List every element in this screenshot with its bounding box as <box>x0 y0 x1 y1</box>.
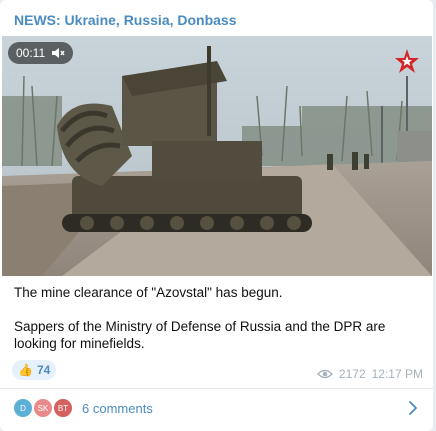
avatar: BT <box>52 397 74 419</box>
video-player[interactable]: 00:11 <box>2 36 432 276</box>
zvezda-logo-icon <box>394 48 420 74</box>
commenter-avatars: D SK BT <box>12 397 76 419</box>
reaction-badge[interactable]: 👍 74 <box>12 360 57 380</box>
avatar: SK <box>32 397 54 419</box>
eye-icon <box>317 369 333 379</box>
reaction-count: 74 <box>36 363 51 377</box>
thumbs-up-icon: 👍 <box>18 363 33 377</box>
video-duration: 00:11 <box>16 46 46 60</box>
avatar: D <box>12 397 34 419</box>
comments-button[interactable]: D SK BT 6 comments <box>0 389 433 427</box>
channel-name[interactable]: NEWS: Ukraine, Russia, Donbass <box>14 12 237 28</box>
chevron-right-icon <box>409 401 417 415</box>
post-text-line: Sappers of the Ministry of Defense of Ru… <box>14 319 386 351</box>
post-text: The mine clearance of "Azovstal" has beg… <box>14 284 420 352</box>
channel-post: NEWS: Ukraine, Russia, Donbass 00:11 The… <box>0 0 433 431</box>
post-time: 12:17 PM <box>371 367 423 381</box>
video-duration-pill[interactable]: 00:11 <box>8 42 74 64</box>
video-frame <box>2 36 432 276</box>
view-count: 2172 <box>338 367 366 381</box>
comments-label: 6 comments <box>82 400 153 416</box>
post-meta: 2172 12:17 PM <box>317 367 423 381</box>
post-text-line: The mine clearance of "Azovstal" has beg… <box>14 285 283 300</box>
speaker-muted-icon[interactable] <box>51 46 65 60</box>
